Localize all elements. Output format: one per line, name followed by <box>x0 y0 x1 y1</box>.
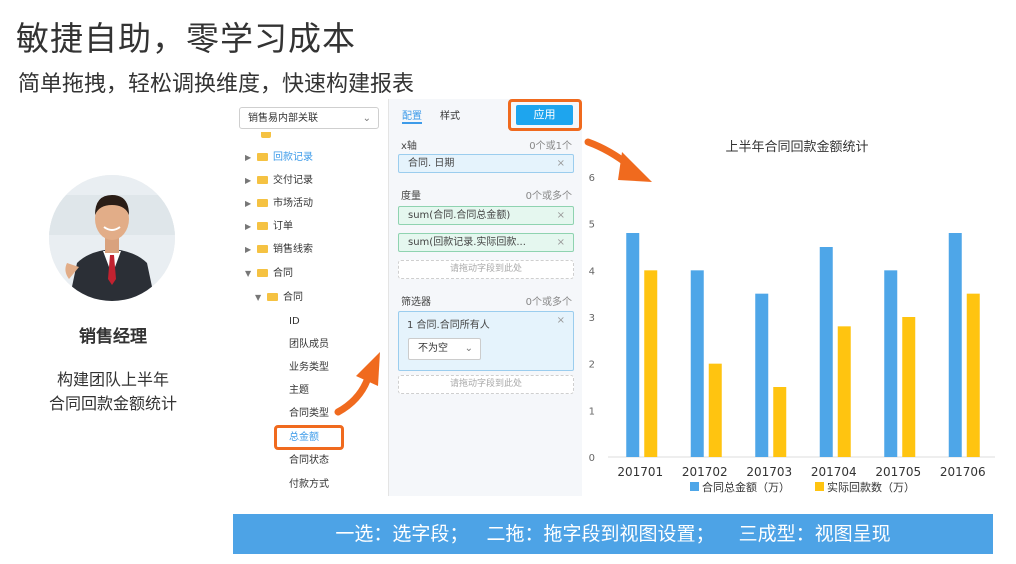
tree-item-label: 合同 <box>273 268 293 279</box>
tab-config[interactable]: 配置 <box>402 107 422 122</box>
tree-field[interactable]: 团队成员 <box>289 336 329 354</box>
caret-down-icon[interactable]: ▼ <box>255 289 267 307</box>
persona-desc-line1: 构建团队上半年 <box>56 370 169 389</box>
x-tick-label: 201706 <box>940 465 986 479</box>
folder-icon <box>257 269 268 277</box>
legend-label: 合同总金额（万） <box>702 480 790 494</box>
folder-icon <box>257 222 268 230</box>
active-tab-indicator <box>402 122 422 124</box>
tab-style[interactable]: 样式 <box>440 107 460 122</box>
tree-item-label: 业务类型 <box>289 362 329 373</box>
persona-description: 构建团队上半年 合同回款金额统计 <box>20 368 206 416</box>
chart-title: 上半年合同回款金额统计 <box>725 139 868 155</box>
tree-folder[interactable]: ▶ 销售线索 <box>245 241 313 259</box>
tree-field[interactable]: 合同类型 <box>289 405 329 423</box>
x-tick-label: 201704 <box>811 465 857 479</box>
bar-series-1 <box>948 233 962 457</box>
folder-icon <box>267 293 278 301</box>
avatar <box>49 175 175 301</box>
tree-item-label: 付款方式 <box>289 479 329 490</box>
tree-folder[interactable]: ▶ 交付记录 <box>245 172 313 190</box>
tree-field[interactable]: 主题 <box>289 382 309 400</box>
slide-subtitle: 简单拖拽，轻松调换维度，快速构建报表 <box>18 72 415 97</box>
slide-title: 敏捷自助，零学习成本 <box>16 19 356 58</box>
arrowhead-icon <box>356 352 380 386</box>
legend-swatch <box>815 482 824 491</box>
businessman-photo <box>49 175 175 301</box>
y-tick-label: 0 <box>589 453 595 464</box>
bar-series-1 <box>755 293 769 457</box>
tree-item-label: 合同状态 <box>289 455 329 466</box>
caret-right-icon[interactable]: ▶ <box>245 195 257 213</box>
guide-arrows <box>334 138 652 416</box>
steps-banner: 一选：选字段； 二拖：拖字段到视图设置； 三成型：视图呈现 <box>233 514 993 554</box>
legend-label: 实际回款数（万） <box>827 480 915 494</box>
caret-right-icon[interactable]: ▶ <box>245 149 257 167</box>
x-tick-label: 201701 <box>617 465 663 479</box>
caret-down-icon[interactable]: ▼ <box>245 265 257 283</box>
tree-folder[interactable]: ▼ 合同 <box>245 265 293 283</box>
tree-field[interactable]: ID <box>289 313 300 331</box>
tree-field[interactable]: 业务类型 <box>289 359 329 377</box>
tree-item-label: 回款记录 <box>273 152 313 163</box>
x-tick-label: 201703 <box>746 465 792 479</box>
tree-item-label: 合同类型 <box>289 408 329 419</box>
bar-series-1 <box>690 270 704 457</box>
legend-swatch <box>690 482 699 491</box>
tree-item-label: 合同 <box>283 292 303 303</box>
tree-field[interactable]: 合同状态 <box>289 452 329 470</box>
tree-item-label: 团队成员 <box>289 339 329 350</box>
chevron-down-icon: ⌄ <box>362 113 371 124</box>
bar-series-1 <box>819 247 833 457</box>
tree-folder[interactable]: ▶ 回款记录 <box>245 149 313 167</box>
persona-desc-line2: 合同回款金额统计 <box>48 394 177 413</box>
tree-item-label: 销售线索 <box>273 244 313 255</box>
tree-item-label: 市场活动 <box>273 198 313 209</box>
arrow-up-icon <box>334 374 372 416</box>
persona-role: 销售经理 <box>79 327 147 347</box>
datasource-select[interactable]: 销售易内部关联 ⌄ <box>239 107 379 129</box>
bar-series-1 <box>884 270 898 457</box>
folder-icon <box>257 153 268 161</box>
folder-icon <box>257 245 268 253</box>
folder-icon <box>257 199 268 207</box>
x-tick-label: 201705 <box>875 465 921 479</box>
tree-item-label: 订单 <box>273 221 293 232</box>
tree-item-label: 交付记录 <box>273 175 313 186</box>
datasource-value: 销售易内部关联 <box>248 113 318 124</box>
caret-right-icon[interactable]: ▶ <box>245 172 257 190</box>
apply-button[interactable]: 应用 <box>516 105 573 125</box>
folder-icon <box>257 176 268 184</box>
tree-item-label: ID <box>289 316 300 327</box>
tree-field[interactable]: 付款方式 <box>289 476 329 494</box>
caret-right-icon[interactable]: ▶ <box>245 241 257 259</box>
arrowhead-icon <box>618 152 652 182</box>
bar-series-2 <box>837 326 851 457</box>
bar-series-2 <box>773 387 787 457</box>
tree-item-label: 主题 <box>289 385 309 396</box>
caret-right-icon[interactable]: ▶ <box>245 218 257 236</box>
tree-folder[interactable]: ▶ 市场活动 <box>245 195 313 213</box>
bar-series-2 <box>966 293 980 457</box>
bar-series-2 <box>708 363 722 457</box>
bar-series-2 <box>902 317 916 457</box>
tree-folder[interactable]: ▼ 合同 <box>255 289 303 307</box>
x-tick-label: 201702 <box>682 465 728 479</box>
folder-icon-partial <box>261 132 271 138</box>
tree-folder[interactable]: ▶ 订单 <box>245 218 293 236</box>
